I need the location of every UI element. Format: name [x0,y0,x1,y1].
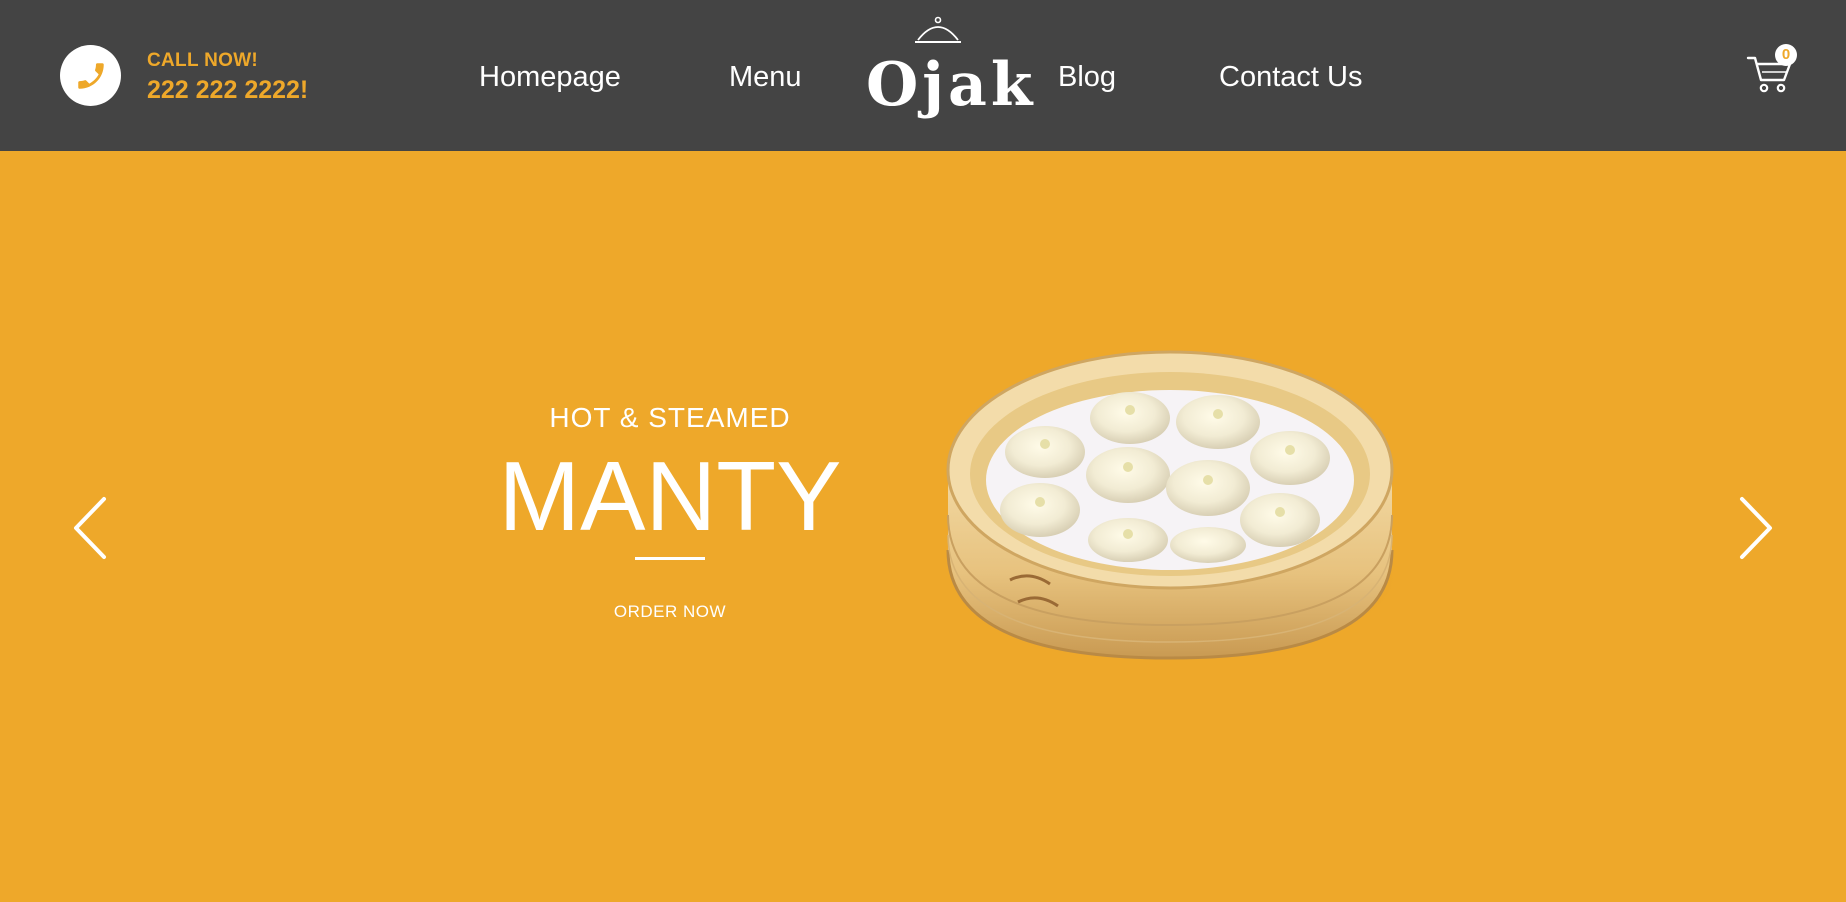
hero-subtitle: HOT & STEAMED [549,402,791,433]
nav-homepage-link[interactable]: Homepage [479,60,621,94]
hero-divider [635,557,705,560]
logo-wordmark: Ojak [866,50,1037,120]
steamer-dumplings-image [946,350,1397,660]
cart-count-badge: 0 [1775,44,1797,66]
phone-number[interactable]: 222 222 2222! [147,76,308,105]
call-now-label: CALL NOW! [147,50,259,71]
cloche-icon [915,16,961,43]
nav-contact-link[interactable]: Contact Us [1219,60,1362,94]
phone-icon[interactable] [60,45,121,106]
order-now-button[interactable]: ORDER NOW [570,602,770,622]
chevron-right-icon[interactable] [1736,495,1776,561]
chevron-left-icon[interactable] [70,495,110,561]
page: CALL NOW! 222 222 2222! Homepage Menu Oj… [0,0,1846,902]
nav-blog-link[interactable]: Blog [1058,60,1116,94]
site-header: CALL NOW! 222 222 2222! Homepage Menu Oj… [0,0,1846,151]
nav-menu-link[interactable]: Menu [729,60,802,94]
hero-title: MANTY [498,441,842,551]
site-logo[interactable]: Ojak [866,16,1037,126]
